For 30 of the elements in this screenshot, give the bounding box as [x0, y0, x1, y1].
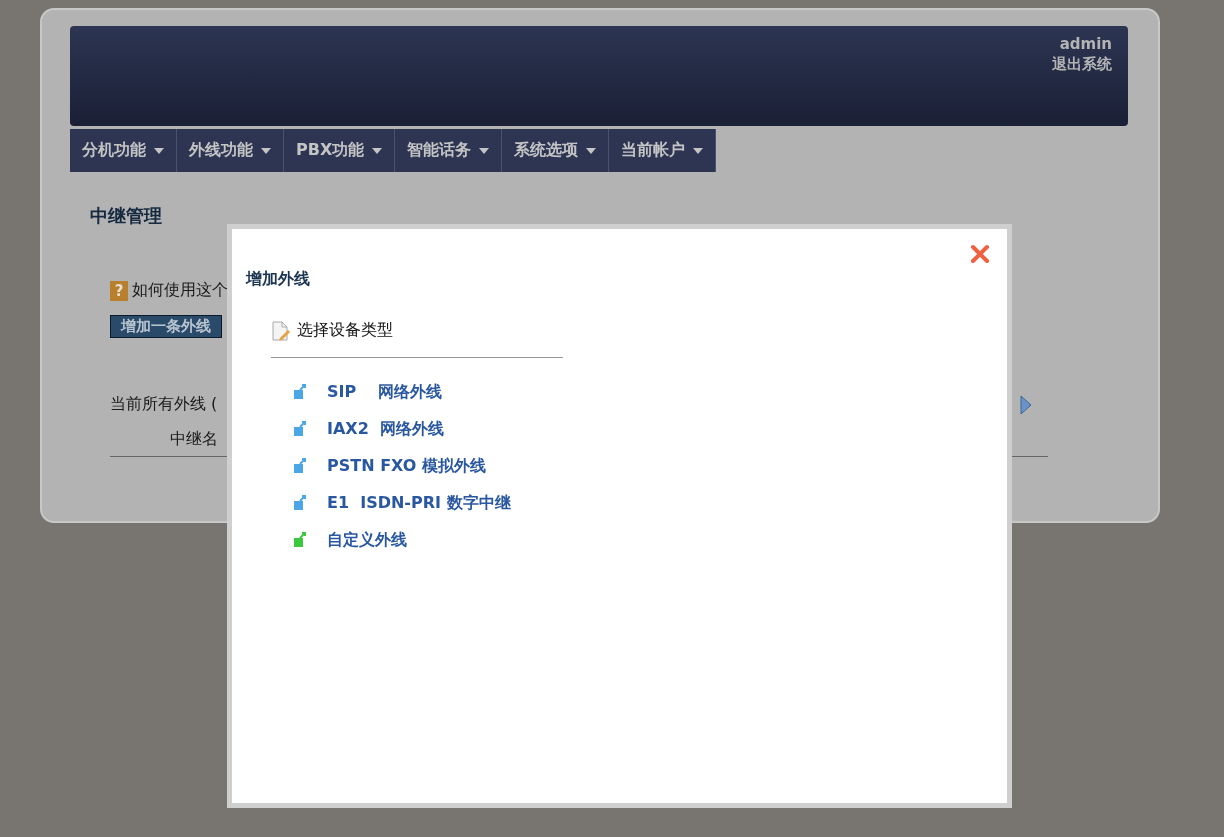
help-link[interactable]: 如何使用这个 — [132, 280, 228, 301]
document-pencil-icon — [272, 320, 291, 341]
help-icon: ? — [110, 280, 128, 301]
close-icon[interactable] — [969, 243, 991, 265]
device-type-link[interactable]: IAX2 网络外线 — [327, 417, 444, 440]
menu-tab[interactable]: PBX功能 — [284, 129, 396, 172]
device-type-link[interactable]: SIP 网络外线 — [327, 380, 443, 403]
caret-icon — [154, 147, 164, 154]
next-page-icon[interactable] — [1020, 394, 1032, 415]
device-type-link[interactable]: 自定义外线 — [327, 528, 407, 551]
menu-tab[interactable]: 外线功能 — [177, 129, 284, 172]
caret-icon — [693, 147, 704, 154]
user-name: admin — [1059, 34, 1112, 54]
caret-icon — [586, 147, 597, 154]
add-trunk-button[interactable]: 增加一条外线 — [110, 315, 222, 338]
menu-tab[interactable]: 智能话务 — [395, 129, 503, 172]
menu-tab[interactable]: 系统选项 — [502, 129, 610, 172]
page-title: 中继管理 — [90, 204, 163, 228]
logout-link[interactable]: 退出系统 — [1052, 54, 1112, 74]
menu-tab[interactable]: 当前帐户 — [609, 129, 717, 172]
menu-tab[interactable]: 分机功能 — [70, 129, 177, 172]
caret-icon — [479, 147, 490, 154]
dialog-title: 增加外线 — [246, 269, 311, 290]
device-type-link[interactable]: PSTN FXO 模拟外线 — [327, 454, 486, 477]
list-label: 当前所有外线 ( — [110, 394, 218, 415]
prompt-label: 选择设备类型 — [297, 320, 393, 341]
device-type-link[interactable]: E1 ISDN-PRI 数字中继 — [327, 491, 511, 514]
column-header: 中继名 — [170, 429, 218, 450]
caret-icon — [261, 147, 271, 154]
caret-icon — [372, 147, 383, 154]
